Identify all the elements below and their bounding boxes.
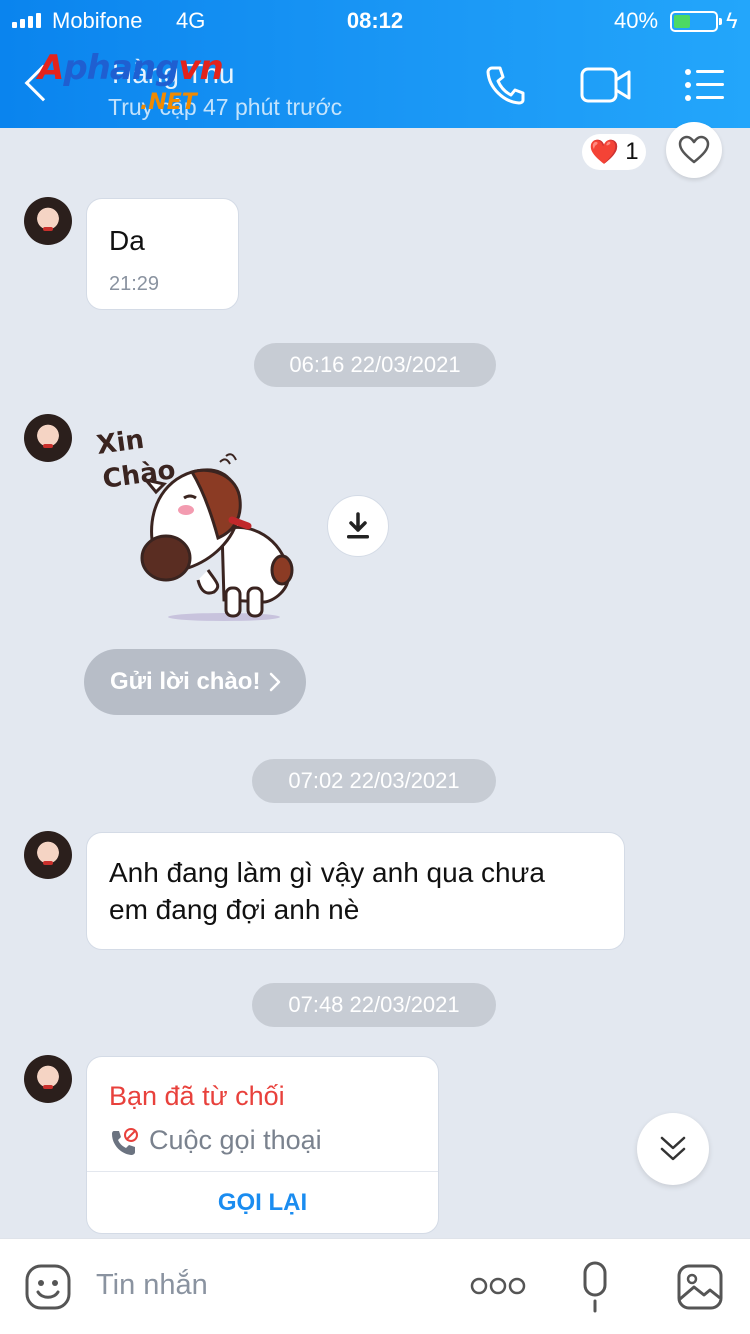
message-time: 21:29 (109, 273, 160, 295)
send-greeting-label: Gửi lời chào! (110, 668, 261, 695)
watermark-logo: Aphangvn (38, 48, 224, 88)
scroll-to-bottom-button[interactable] (637, 1113, 709, 1185)
avatar[interactable] (24, 414, 72, 462)
heart-outline-icon (678, 135, 710, 164)
message-text: Da (109, 225, 145, 256)
date-separator: 07:02 22/03/2021 (252, 759, 496, 803)
chevron-right-icon (270, 672, 281, 692)
message-text-line-1: Anh đang làm gì vậy anh qua chưa (109, 857, 545, 888)
send-greeting-button[interactable]: Gửi lời chào! (84, 649, 306, 715)
charging-icon: ϟ (726, 8, 738, 33)
avatar[interactable] (24, 831, 72, 879)
image-icon[interactable] (676, 1263, 724, 1311)
download-icon (347, 512, 369, 539)
reaction-summary[interactable]: ❤️ 1 (582, 134, 646, 170)
missed-call-card[interactable]: Bạn đã từ chối Cuộc gọi thoại GỌI LẠI (86, 1056, 439, 1234)
menu-icon[interactable] (684, 68, 726, 102)
phone-icon[interactable] (484, 64, 526, 106)
status-bar: Mobifone 4G 08:12 40% ϟ (0, 0, 750, 42)
battery-percent: 40% (614, 8, 659, 33)
download-sticker-button[interactable] (327, 495, 389, 557)
call-type: Cuộc gọi thoại (149, 1125, 322, 1155)
more-icon[interactable] (470, 1277, 526, 1295)
call-status: Bạn đã từ chối (109, 1081, 285, 1111)
battery-icon (670, 11, 722, 32)
date-separator: 06:16 22/03/2021 (254, 343, 496, 387)
reaction-count: 1 (625, 138, 639, 165)
video-call-icon[interactable] (580, 66, 632, 104)
declined-call-icon (112, 1128, 138, 1155)
message-text-line-2: em đang đợi anh nè (109, 894, 360, 925)
microphone-icon[interactable] (578, 1261, 612, 1313)
emoji-icon[interactable] (24, 1263, 72, 1311)
message-composer: Tin nhắn (0, 1238, 750, 1334)
heart-icon: ❤️ (589, 138, 620, 166)
message-bubble[interactable]: Anh đang làm gì vậy anh qua chưa em đang… (86, 832, 625, 950)
chat-header: Mobifone 4G 08:12 40% ϟ Hằng Thu Truy cậ… (0, 0, 750, 128)
avatar[interactable] (24, 1055, 72, 1103)
call-back-button[interactable]: GỌI LẠI (87, 1189, 438, 1217)
sticker-dog-xin-chao[interactable]: Xin Chào (92, 420, 312, 630)
divider (87, 1171, 438, 1172)
message-bubble[interactable]: Da 21:29 (86, 198, 239, 310)
like-button[interactable] (666, 122, 722, 178)
message-input[interactable]: Tin nhắn (96, 1269, 208, 1302)
sticker-text-xin: Xin (95, 425, 146, 461)
date-separator: 07:48 22/03/2021 (252, 983, 496, 1027)
double-chevron-down-icon (660, 1136, 686, 1161)
avatar[interactable] (24, 197, 72, 245)
watermark-logo-net: .NET (140, 90, 197, 115)
